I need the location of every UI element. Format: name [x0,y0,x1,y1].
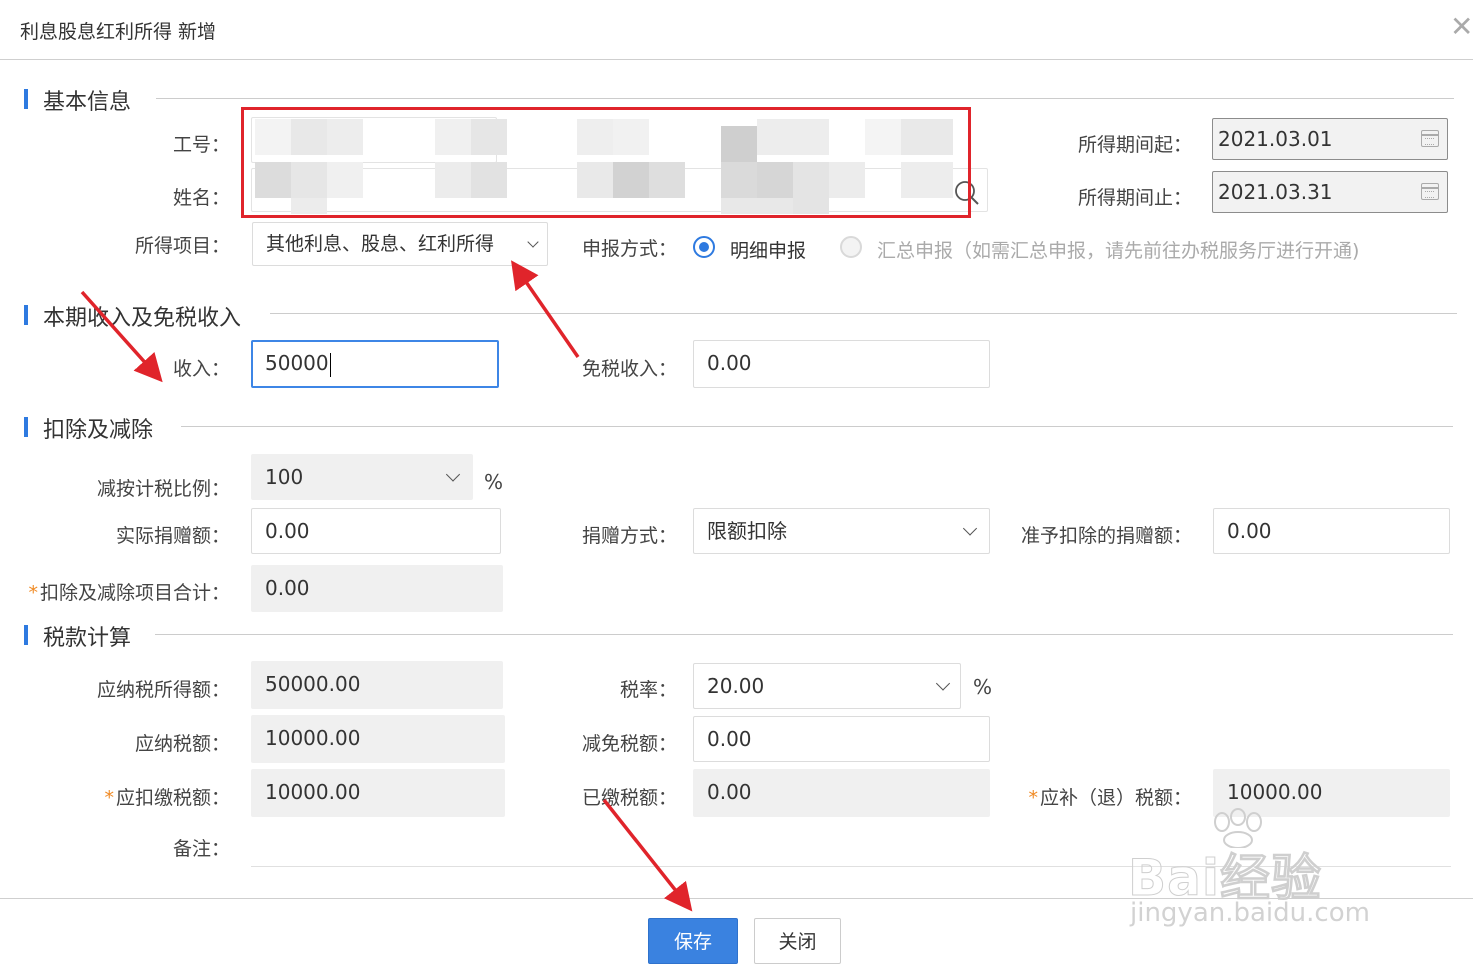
percent-unit: % [484,470,504,494]
period-start-value: 2021.03.01 [1218,127,1333,151]
divider [270,313,1457,314]
income-item-label: 所得项目： [134,235,230,257]
section-tax-title: 税款计算 [43,626,132,651]
period-end-value: 2021.03.31 [1218,180,1333,204]
tax-payable-label: 应纳税额： [134,733,230,755]
allowed-donation-label: 准予扣除的捐赠额： [1020,525,1192,547]
donation-input[interactable]: 0.00 [251,508,501,554]
radio-detail[interactable] [693,236,715,258]
tax-relief-label: 减免税额： [581,733,677,755]
allowed-donation-value: 0.00 [1227,519,1272,543]
tax-ratio-select[interactable]: 100 [251,454,473,500]
calendar-icon[interactable] [1421,183,1439,200]
donation-method-select[interactable]: 限额扣除 [693,508,990,554]
tax-withhold-label: * 应扣缴税额： [104,787,230,809]
deduction-total-field: 0.00 [251,565,503,612]
required-mark: * [104,787,114,809]
tax-withhold-field: 10000.00 [251,769,505,817]
tax-relief-value: 0.00 [707,727,752,751]
tax-payable-value: 10000.00 [265,726,361,750]
tax-paid-value: 0.00 [707,780,752,804]
chevron-down-icon [962,521,978,536]
tax-rate-label: 税率： [619,679,677,701]
radio-summary[interactable] [840,236,862,258]
tax-refund-value: 10000.00 [1227,780,1323,804]
period-end-input[interactable]: 2021.03.31 [1212,171,1448,213]
chevron-down-icon [445,467,461,482]
exempt-income-label: 免税收入： [581,358,677,380]
dialog-title: 利息股息红利所得 新增 [20,21,217,43]
income-value: 50000 [265,351,329,375]
chevron-down-icon [527,236,539,248]
dialog-titlebar: 利息股息红利所得 新增 ✕ [0,0,1473,60]
section-income-title: 本期收入及免税收入 [43,306,242,331]
divider [156,98,1454,99]
section-basic-title: 基本信息 [43,90,132,115]
radio-summary-label: 汇总申报（如需汇总申报，请先前往办税服务厅进行开通) [877,240,1360,262]
income-item-value: 其他利息、股息、红利所得 [266,233,495,255]
income-label: 收入： [172,358,230,380]
annotation-highlight-box [241,107,971,218]
deduction-total-label: * 扣除及减除项目合计： [28,582,230,604]
income-input[interactable]: 50000 [251,340,499,388]
taxable-income-label: 应纳税所得额： [96,679,230,701]
tax-paid-label: 已缴税额： [581,787,677,809]
section-deduction-title: 扣除及减除 [43,418,154,443]
tax-payable-field: 10000.00 [251,715,505,763]
tax-relief-input[interactable]: 0.00 [693,716,990,762]
tax-rate-select[interactable]: 20.00 [693,663,961,709]
donation-method-label: 捐赠方式： [581,525,677,547]
exempt-income-value: 0.00 [707,351,752,375]
divider [155,634,1453,635]
deduction-total-value: 0.00 [265,576,310,600]
report-method-label: 申报方式： [581,238,677,260]
period-end-label: 所得期间止： [1077,187,1192,209]
period-start-label: 所得期间起： [1077,134,1192,156]
save-button[interactable]: 保存 [648,918,738,964]
income-item-select[interactable]: 其他利息、股息、红利所得 [252,222,548,266]
baidu-watermark: Bai经验 jingyan.baidu.com [1128,808,1398,938]
divider [181,426,1453,427]
donation-method-value: 限额扣除 [707,519,787,543]
period-start-input[interactable]: 2021.03.01 [1212,118,1448,160]
name-label: 姓名： [172,187,230,209]
calendar-icon[interactable] [1421,130,1439,147]
close-icon[interactable]: ✕ [1450,12,1473,42]
tax-ratio-value: 100 [265,465,304,489]
required-mark: * [1028,787,1038,809]
annotation-arrow [511,260,580,358]
remark-label: 备注： [172,838,230,860]
chevron-down-icon [935,676,951,691]
emp-no-label: 工号： [172,134,230,156]
donation-value: 0.00 [265,519,310,543]
close-button[interactable]: 关闭 [754,918,841,964]
tax-ratio-label: 减按计税比例： [96,478,230,500]
required-mark: * [28,582,38,604]
exempt-income-input[interactable]: 0.00 [693,340,990,388]
tax-withhold-value: 10000.00 [265,780,361,804]
allowed-donation-input[interactable]: 0.00 [1213,508,1450,554]
tax-paid-field: 0.00 [693,769,990,817]
taxable-income-value: 50000.00 [265,672,361,696]
percent-unit: % [973,675,993,699]
radio-detail-label: 明细申报 [730,240,807,262]
tax-rate-value: 20.00 [707,674,765,698]
taxable-income-field: 50000.00 [251,661,503,709]
tax-refund-label: * 应补（退）税额： [1028,787,1192,809]
watermark-url: jingyan.baidu.com [1130,898,1370,928]
donation-label: 实际捐赠额： [115,525,230,547]
